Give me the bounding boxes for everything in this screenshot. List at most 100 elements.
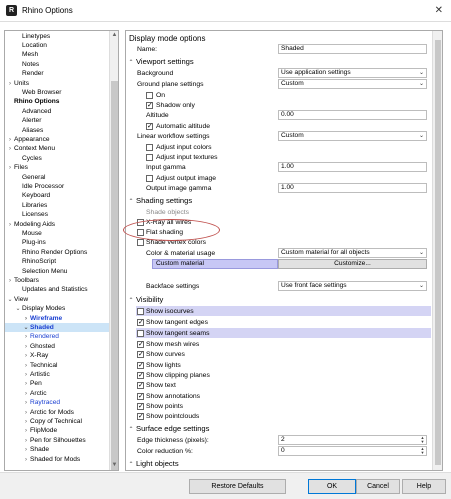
panel-scrollbar-thumb[interactable] xyxy=(435,40,441,465)
show-isocurves-checkbox[interactable] xyxy=(137,308,144,315)
tree-item[interactable]: Libraries xyxy=(5,201,109,210)
tree-item[interactable]: › Pen xyxy=(5,379,109,388)
tree-item[interactable]: › Appearance xyxy=(5,135,109,144)
section-visibility[interactable]: ⌃ Visibility xyxy=(126,294,431,306)
tree-item[interactable]: › Shaded for Mods xyxy=(5,455,109,464)
name-field[interactable]: Shaded xyxy=(278,44,427,54)
tree-item[interactable]: ⌄View xyxy=(5,295,109,304)
tree-item[interactable]: › Ghosted xyxy=(5,342,109,351)
cancel-button[interactable]: Cancel xyxy=(356,479,400,494)
customize-button[interactable]: Customize... xyxy=(278,259,427,269)
automatic-altitude-checkbox[interactable] xyxy=(146,121,153,132)
background-select[interactable]: Use application settings ⌄ xyxy=(278,68,427,78)
close-icon[interactable]: ✕ xyxy=(435,5,443,16)
tree-item[interactable]: Mesh xyxy=(5,50,109,59)
tree-item[interactable]: Rhino Render Options xyxy=(5,248,109,257)
tree-item[interactable]: › Artistic xyxy=(5,370,109,379)
show-mesh-wires-checkbox[interactable] xyxy=(137,339,144,350)
tree-item[interactable]: Cycles xyxy=(5,154,109,163)
show-lights-checkbox[interactable] xyxy=(137,360,144,371)
color-reduction-field[interactable]: 0 ▲ ▼ xyxy=(278,446,427,456)
tree-item[interactable]: › Context Menu xyxy=(5,144,109,153)
input-gamma-field[interactable]: 1.00 xyxy=(278,162,427,172)
show-annotations-checkbox[interactable] xyxy=(137,391,144,402)
altitude-field[interactable]: 0.00 xyxy=(278,110,427,120)
adjust-input-textures-checkbox[interactable] xyxy=(146,154,153,161)
adjust-output-image-checkbox[interactable] xyxy=(146,175,153,182)
tree-item[interactable]: Aliases xyxy=(5,126,109,135)
tree-item[interactable]: General xyxy=(5,173,109,182)
tree-item[interactable]: Updates and Statistics xyxy=(5,285,109,294)
show-tangent-edges-checkbox[interactable] xyxy=(137,317,144,328)
xray-all-wires-checkbox[interactable] xyxy=(137,219,144,226)
tree-item[interactable]: › Copy of Technical xyxy=(5,417,109,426)
tree-item[interactable]: Web Browser xyxy=(5,88,109,97)
collapse-icon[interactable]: ⌃ xyxy=(126,459,136,470)
tree-item[interactable]: Alerter xyxy=(5,116,109,125)
tree-item[interactable]: › Toolbars xyxy=(5,276,109,285)
tree-item[interactable]: Advanced xyxy=(5,107,109,116)
chevron-right-icon[interactable]: › xyxy=(22,456,30,465)
tree-item[interactable]: Render xyxy=(5,69,109,78)
ok-button[interactable]: OK xyxy=(308,479,356,494)
tree-item[interactable]: › Arctic xyxy=(5,389,109,398)
tree-item[interactable]: › Rendered xyxy=(5,332,109,341)
tree-item[interactable]: Idle Processor xyxy=(5,182,109,191)
tree-item[interactable]: › Raytraced xyxy=(5,398,109,407)
tree-item[interactable]: › Technical xyxy=(5,361,109,370)
tree-item[interactable]: › Pen for Silhouettes xyxy=(5,436,109,445)
tree-item[interactable]: Linetypes xyxy=(5,32,109,41)
show-curves-checkbox[interactable] xyxy=(137,349,144,360)
restore-defaults-button[interactable]: Restore Defaults xyxy=(189,479,286,494)
tree-item[interactable]: › Files xyxy=(5,163,109,172)
color-material-select[interactable]: Custom material for all objects ⌄ xyxy=(278,248,427,258)
tree-item[interactable]: Notes xyxy=(5,60,109,69)
section-surface-edge-settings[interactable]: ⌃ Surface edge settings xyxy=(126,423,431,435)
tree-scrollbar-thumb[interactable] xyxy=(111,81,118,470)
tree-item[interactable]: Location xyxy=(5,41,109,50)
tree-item[interactable]: ⌄Shaded xyxy=(5,322,109,333)
panel-scrollbar[interactable] xyxy=(432,31,442,470)
show-tangent-seams-checkbox[interactable] xyxy=(137,330,144,337)
show-pointclouds-checkbox[interactable] xyxy=(137,411,144,422)
tree-item[interactable]: › Arctic for Mods xyxy=(5,408,109,417)
linear-workflow-select[interactable]: Custom ⌄ xyxy=(278,131,427,141)
output-gamma-field[interactable]: 1.00 xyxy=(278,183,427,193)
section-light-objects[interactable]: ⌃ Light objects xyxy=(126,458,431,470)
ground-plane-select[interactable]: Custom ⌄ xyxy=(278,79,427,89)
tree-item[interactable]: ⌄Display Modes xyxy=(5,304,109,313)
tree-item[interactable]: Selection Menu xyxy=(5,267,109,276)
flat-shading-checkbox[interactable] xyxy=(137,229,144,236)
section-shading-settings[interactable]: ⌃ Shading settings xyxy=(126,195,431,207)
show-clipping-planes-checkbox[interactable] xyxy=(137,370,144,381)
spinner-icon[interactable]: ▲ ▼ xyxy=(419,436,426,444)
help-button[interactable]: Help xyxy=(402,479,446,494)
show-text-checkbox[interactable] xyxy=(137,380,144,391)
shadow-only-checkbox[interactable] xyxy=(146,100,153,111)
adjust-input-colors-checkbox[interactable] xyxy=(146,144,153,151)
tree-item[interactable]: › Units xyxy=(5,79,109,88)
tree-item[interactable]: › FlipMode xyxy=(5,426,109,435)
tree-item[interactable]: › Wireframe xyxy=(5,314,109,323)
on-checkbox[interactable] xyxy=(146,92,153,99)
section-viewport-settings[interactable]: ⌃ Viewport settings xyxy=(126,56,431,68)
spinner-icon[interactable]: ▲ ▼ xyxy=(419,447,426,455)
custom-material-swatch[interactable]: Custom material xyxy=(152,259,278,269)
show-points-checkbox[interactable] xyxy=(137,401,144,412)
scroll-down-icon[interactable]: ▼ xyxy=(110,461,118,470)
backface-select[interactable]: Use front face settings ⌄ xyxy=(278,281,427,291)
tree-item[interactable]: › Modeling Aids xyxy=(5,220,109,229)
tree-item[interactable]: Mouse xyxy=(5,229,109,238)
tree-scrollbar[interactable]: ▲ ▼ xyxy=(109,31,118,470)
background-label: Background xyxy=(137,70,174,77)
tree-item[interactable]: Plug-ins xyxy=(5,238,109,247)
edge-thickness-field[interactable]: 2 ▲ ▼ xyxy=(278,435,427,445)
tree-item[interactable]: › Shade xyxy=(5,445,109,454)
tree-item[interactable]: Rhino Options xyxy=(5,97,109,106)
tree-item[interactable]: Licenses xyxy=(5,210,109,219)
shade-vertex-colors-checkbox[interactable] xyxy=(137,239,144,246)
tree-item[interactable]: › X-Ray xyxy=(5,351,109,360)
scroll-up-icon[interactable]: ▲ xyxy=(110,31,118,40)
tree-item[interactable]: Keyboard xyxy=(5,191,109,200)
tree-item[interactable]: RhinoScript xyxy=(5,257,109,266)
